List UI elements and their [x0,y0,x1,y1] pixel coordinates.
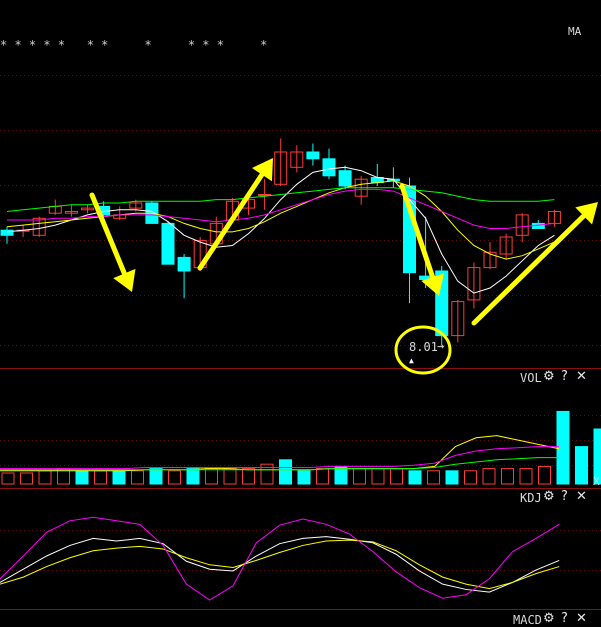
volume-bar [445,470,459,485]
volume-bar [575,446,588,485]
volume-bar [279,459,292,485]
volume-bar [223,468,237,485]
kdj-line-d [0,539,560,590]
annotation-up-arrow-2-shaft [471,213,587,326]
kdj-line-k [0,536,560,593]
volume-bar [519,468,533,485]
ma-indicator-tag[interactable]: MA [568,25,581,38]
volume-bar [1,472,15,485]
volume-bar [149,468,163,485]
volume-bar [390,468,403,485]
macd-panel-label[interactable]: MACD [513,613,542,627]
macd-help-button[interactable]: ? [561,612,568,625]
volume-bar [168,470,181,485]
volume-bar [20,472,33,485]
volume-bar [427,470,440,485]
candle-body [322,158,336,177]
low-price-marker-icon: ▲ [409,356,414,365]
kdj-close-button[interactable]: ✕ [576,490,587,503]
ma-line-ma5 [6,166,555,294]
volume-bar [297,470,311,485]
kdj-settings-gear-icon[interactable]: ⚙ [543,490,555,503]
volume-bar [556,410,570,485]
volume-bar [538,465,551,485]
candle-body [161,222,175,265]
candle-body [306,151,320,160]
ma-line-ma20 [7,188,555,229]
low-price-label: 8.01 [409,340,438,354]
volume-bar [205,468,218,485]
volume-bar [242,468,255,485]
volume-bar [75,470,89,485]
volume-bar [501,468,514,485]
vol-help-button[interactable]: ? [561,370,568,383]
volume-bar [353,468,366,485]
volume-bar [482,468,496,485]
volume-bar [464,470,477,485]
volume-bar [408,470,422,485]
vol-panel-label[interactable]: VOL [520,371,542,385]
volume-bar [131,470,144,485]
macd-close-button[interactable]: ✕ [576,612,587,625]
volume-bar [371,468,385,485]
volume-bar [38,470,52,485]
low-price-pointer-icon: → [437,339,445,353]
ma-line-ma10 [6,180,555,260]
stock-chart [0,75,601,610]
vol-close-button[interactable]: ✕ [576,370,587,383]
candle-body [338,170,352,187]
volume-bar [186,468,200,485]
volume-bar [112,470,126,485]
kdj-help-button[interactable]: ? [561,490,568,503]
macd-settings-gear-icon[interactable]: ⚙ [543,612,555,625]
candle-body [177,256,191,272]
event-markers: * * * * * * * * * * * * [0,38,268,52]
volume-bar [94,470,107,485]
volume-bar [316,468,329,485]
edge-mark: X [593,475,600,488]
kdj-panel-label[interactable]: KDJ [520,491,542,505]
vol-settings-gear-icon[interactable]: ⚙ [543,370,555,383]
kdj-line-j [0,516,560,601]
